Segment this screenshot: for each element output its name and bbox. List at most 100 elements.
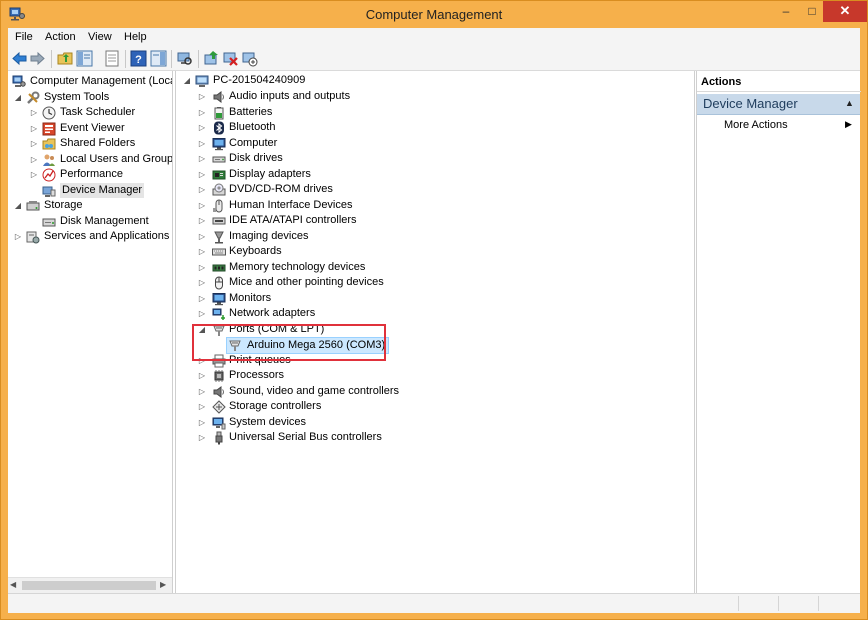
content-area: Computer Management (Local ◢ System Tools ▷… [8,71,861,593]
scroll-right-icon[interactable]: ▶ [160,580,170,591]
enable-device-icon[interactable] [241,50,258,67]
console-tree-item[interactable]: ◢ Storage [8,198,172,214]
maximize-button[interactable]: □ [799,1,825,22]
console-tree-item[interactable]: ▷ Event Viewer [8,121,172,137]
device-manager-icon [42,184,56,198]
back-icon[interactable] [11,50,28,67]
title-bar[interactable]: Computer Management – □ ✕ [1,1,867,28]
uninstall-icon[interactable] [222,50,239,67]
device-category[interactable]: ▷ System devices [176,415,676,431]
device-category[interactable]: ▷ Disk drives [176,151,676,167]
device-category[interactable]: ▷ DVD/CD-ROM drives [176,182,676,198]
network-icon [212,307,226,321]
expand-arrow-icon[interactable]: ▷ [198,244,206,259]
device-category[interactable]: ▷ Memory technology devices [176,260,676,276]
device-category[interactable]: ▷ Sound, video and game controllers [176,384,676,400]
show-hide-tree-icon[interactable] [76,50,93,67]
expand-arrow-icon[interactable]: ▷ [198,384,206,399]
device-category[interactable]: ▷ Human Interface Devices [176,198,676,214]
expand-arrow-icon[interactable]: ▷ [198,399,206,414]
console-tree-item[interactable]: ▷ Local Users and Groups [8,152,172,168]
svg-text:?: ? [135,54,142,66]
expand-arrow-icon[interactable]: ◢ [183,73,191,88]
menu-action[interactable]: Action [45,31,76,43]
device-category[interactable]: ▷ Bluetooth [176,120,676,136]
scroll-thumb[interactable] [22,581,156,590]
expand-arrow-icon[interactable]: ▷ [198,291,206,306]
minimize-button[interactable]: – [773,1,799,22]
collapse-up-icon[interactable]: ▲ [845,98,854,108]
usb-icon [212,431,226,445]
expand-arrow-icon[interactable]: ▷ [198,368,206,383]
services-icon [26,230,40,244]
device-tree-root[interactable]: ◢ PC-201504240909 [183,73,483,89]
actions-section-device-manager[interactable]: Device Manager ▲ [697,94,860,115]
expand-arrow-icon[interactable]: ▷ [198,167,206,182]
expand-arrow-icon[interactable]: ▷ [198,105,206,120]
expand-arrow-icon[interactable]: ▷ [30,121,38,136]
expand-arrow-icon[interactable]: ▷ [198,182,206,197]
help-icon[interactable]: ? [130,50,147,67]
device-category[interactable]: ▷ Display adapters [176,167,676,183]
device-label: Batteries [229,105,273,118]
expand-arrow-icon[interactable]: ▷ [198,415,206,430]
device-category[interactable]: ▷ Imaging devices [176,229,676,245]
expand-arrow-icon[interactable]: ▷ [198,136,206,151]
console-tree-item[interactable]: ▷ Task Scheduler [8,105,172,121]
menu-view[interactable]: View [88,31,112,43]
console-tree-item[interactable]: Computer Management (Local [8,74,172,90]
expand-arrow-icon[interactable]: ▷ [198,89,206,104]
device-category[interactable]: ▷ Universal Serial Bus controllers [176,430,676,446]
more-actions-item[interactable]: More Actions ▶ [697,117,860,133]
device-label: Network adapters [229,307,316,319]
device-category[interactable]: ▷ Network adapters [176,306,676,322]
collapse-arrow-icon[interactable]: ◢ [14,198,22,213]
expand-arrow-icon[interactable]: ▷ [14,229,22,244]
expand-arrow-icon[interactable]: ▷ [198,198,206,213]
device-label: DVD/CD-ROM drives [229,183,333,195]
expand-arrow-icon[interactable]: ▷ [198,229,206,244]
expand-arrow-icon[interactable]: ▷ [30,105,38,120]
close-button[interactable]: ✕ [823,1,867,22]
expand-arrow-icon[interactable]: ▷ [30,136,38,151]
keyboard-icon [212,245,226,259]
expand-arrow-icon[interactable]: ▷ [198,306,206,321]
forward-icon[interactable] [29,50,46,67]
expand-arrow-icon[interactable]: ▷ [198,151,206,166]
device-label: Mice and other pointing devices [229,276,384,288]
expand-arrow-icon[interactable]: ▷ [30,167,38,182]
expand-arrow-icon[interactable]: ▷ [198,275,206,290]
device-category[interactable]: ▷ Processors [176,368,676,384]
console-tree-item[interactable]: ▷ Services and Applications [8,229,172,245]
console-tree-item[interactable]: ◢ System Tools [8,90,172,106]
up-folder-icon[interactable] [57,50,74,67]
expand-arrow-icon[interactable]: ▷ [198,213,206,228]
console-tree-item[interactable]: ▷ Performance [8,167,172,183]
expand-arrow-icon[interactable]: ▷ [198,260,206,275]
device-category[interactable]: ▷ Monitors [176,291,676,307]
shared-folder-icon [42,137,56,151]
device-category[interactable]: ▷ Batteries [176,105,676,121]
console-tree-item[interactable]: ▷ Shared Folders [8,136,172,152]
collapse-arrow-icon[interactable]: ◢ [14,90,22,105]
expand-arrow-icon[interactable]: ▷ [198,120,206,135]
horizontal-scrollbar[interactable]: ◀ ▶ [8,577,172,593]
monitor-icon [212,137,226,151]
expand-arrow-icon[interactable]: ▷ [198,430,206,445]
device-category[interactable]: ▷ Audio inputs and outputs [176,89,676,105]
device-category[interactable]: ▷ IDE ATA/ATAPI controllers [176,213,676,229]
show-hide-action-pane-icon[interactable] [150,50,167,67]
console-tree-item[interactable]: Disk Management [8,214,172,230]
properties-icon[interactable] [104,50,121,67]
device-category[interactable]: ▷ Storage controllers [176,399,676,415]
update-driver-icon[interactable] [203,50,220,67]
device-category[interactable]: ▷ Keyboards [176,244,676,260]
console-tree-item[interactable]: Device Manager [8,182,172,199]
menu-file[interactable]: File [15,31,33,43]
scan-hardware-icon[interactable] [176,50,193,67]
scroll-left-icon[interactable]: ◀ [10,580,20,591]
expand-arrow-icon[interactable]: ▷ [30,152,38,167]
menu-help[interactable]: Help [124,31,147,43]
device-category[interactable]: ▷ Mice and other pointing devices [176,275,676,291]
device-category[interactable]: ▷ Computer [176,136,676,152]
